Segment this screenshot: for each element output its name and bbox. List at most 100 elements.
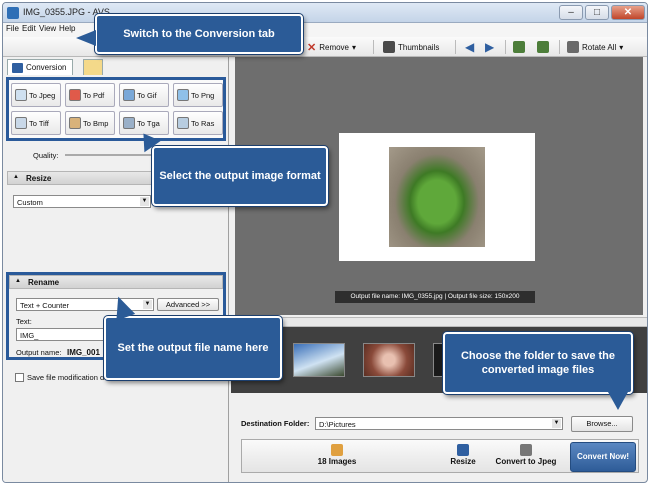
quality-label: Quality: bbox=[33, 151, 59, 160]
save-modification-checkbox[interactable] bbox=[15, 373, 24, 382]
to-pdf-button[interactable]: To Pdf bbox=[65, 83, 115, 107]
resize-select[interactable]: Custom ▼ bbox=[13, 195, 151, 208]
thumbnails-label: Thumbnails bbox=[398, 42, 440, 52]
rotate-right-button[interactable] bbox=[537, 40, 549, 54]
advanced-button[interactable]: Advanced >> bbox=[157, 298, 219, 311]
arrow-right-icon: ▶ bbox=[485, 40, 495, 54]
menu-view[interactable]: View bbox=[39, 24, 56, 33]
thumbnails-button[interactable]: Thumbnails bbox=[383, 40, 439, 54]
app-icon bbox=[7, 7, 19, 19]
format-grid: To Jpeg To Pdf To Gif To Png To Tiff To … bbox=[6, 77, 226, 141]
chevron-down-icon: ▼ bbox=[140, 197, 149, 206]
preview-caption: Output file name: IMG_0355.jpg | Output … bbox=[335, 291, 535, 303]
to-pdf-label: To Pdf bbox=[83, 90, 105, 100]
right-panel: Output file name: IMG_0355.jpg | Output … bbox=[231, 57, 647, 482]
callout-pointer bbox=[608, 392, 628, 410]
remove-label: Remove bbox=[319, 42, 350, 52]
png-icon bbox=[177, 89, 189, 101]
destination-folder-select[interactable]: D:\Pictures ▼ bbox=[315, 417, 563, 430]
to-png-label: To Png bbox=[191, 90, 215, 100]
convert-now-button[interactable]: Convert Now! bbox=[570, 442, 636, 472]
toolbar-separator bbox=[373, 40, 374, 54]
remove-icon: ✕ bbox=[307, 41, 317, 54]
toolbar-separator bbox=[559, 40, 560, 54]
step-images[interactable]: 18 Images bbox=[302, 442, 372, 472]
tga-icon bbox=[123, 117, 135, 129]
to-ras-button[interactable]: To Ras bbox=[173, 111, 223, 135]
conversion-steps: 18 Images Resize Convert to Jpeg Convert… bbox=[241, 439, 639, 473]
destination-value: D:\Pictures bbox=[319, 420, 356, 429]
text-input-value: IMG_ bbox=[20, 331, 39, 340]
rotate-right-icon bbox=[537, 41, 549, 53]
rotate-all-icon bbox=[567, 41, 579, 53]
preview-scrollbar[interactable] bbox=[231, 317, 647, 327]
to-gif-label: To Gif bbox=[137, 90, 157, 100]
resize-header-label: Resize bbox=[26, 174, 52, 183]
to-png-button[interactable]: To Png bbox=[173, 83, 223, 107]
left-panel: Conversion To Jpeg To Pdf To Gif To Png … bbox=[3, 57, 229, 482]
callout-folder: Choose the folder to save the converted … bbox=[443, 332, 633, 394]
gif-icon bbox=[123, 89, 135, 101]
thumbnail[interactable] bbox=[293, 343, 345, 377]
preview-image bbox=[389, 147, 485, 247]
tab-conversion-label: Conversion bbox=[26, 63, 67, 72]
callout-pointer bbox=[76, 30, 96, 46]
to-tiff-label: To Tiff bbox=[29, 118, 49, 128]
thumbnail[interactable] bbox=[363, 343, 415, 377]
arrow-left-icon: ◀ bbox=[465, 40, 475, 54]
to-bmp-button[interactable]: To Bmp bbox=[65, 111, 115, 135]
step-images-label: 18 Images bbox=[317, 457, 357, 466]
menu-edit[interactable]: Edit bbox=[22, 24, 36, 33]
save-modification-label: Save file modification dat bbox=[27, 373, 111, 382]
menu-help[interactable]: Help bbox=[59, 24, 75, 33]
to-tga-label: To Tga bbox=[137, 118, 160, 128]
remove-button[interactable]: ✕ Remove ▾ bbox=[307, 40, 356, 54]
step-resize-label: Resize bbox=[450, 457, 476, 466]
rotate-all-label: Rotate All bbox=[582, 42, 617, 52]
text-label: Text: bbox=[16, 317, 32, 326]
conversion-icon bbox=[12, 63, 23, 73]
next-button[interactable]: ▶ bbox=[485, 40, 494, 54]
tiff-icon bbox=[15, 117, 27, 129]
chevron-down-icon: ▾ bbox=[619, 42, 624, 52]
chevron-down-icon: ▼ bbox=[552, 419, 561, 428]
camera-icon bbox=[520, 444, 532, 456]
to-jpeg-button[interactable]: To Jpeg bbox=[11, 83, 61, 107]
to-tiff-button[interactable]: To Tiff bbox=[11, 111, 61, 135]
chevron-down-icon: ▼ bbox=[143, 300, 152, 309]
step-convert-to[interactable]: Convert to Jpeg bbox=[486, 442, 566, 472]
resize-value: Custom bbox=[17, 198, 43, 207]
toolbar-separator bbox=[505, 40, 506, 54]
tab-conversion[interactable]: Conversion bbox=[7, 59, 74, 75]
rotate-left-button[interactable] bbox=[513, 40, 525, 54]
previous-button[interactable]: ◀ bbox=[465, 40, 474, 54]
destination-row: Destination Folder: D:\Pictures ▼ Browse… bbox=[231, 403, 647, 435]
callout-file-name: Set the output file name here bbox=[104, 316, 282, 380]
thumbnails-icon bbox=[383, 41, 395, 53]
toolbar-separator bbox=[455, 40, 456, 54]
close-button[interactable]: ✕ bbox=[611, 5, 645, 20]
rotate-all-button[interactable]: Rotate All ▾ bbox=[567, 40, 623, 54]
callout-conversion-tab: Switch to the Conversion tab bbox=[95, 14, 303, 54]
rotate-left-icon bbox=[513, 41, 525, 53]
preview-photo-frame bbox=[339, 133, 535, 261]
rename-header[interactable]: Rename bbox=[9, 275, 223, 289]
browse-button[interactable]: Browse... bbox=[571, 416, 633, 432]
maximize-button[interactable]: □ bbox=[585, 5, 609, 20]
chevron-down-icon: ▾ bbox=[352, 42, 357, 52]
step-resize[interactable]: Resize bbox=[438, 442, 488, 472]
minimize-button[interactable]: – bbox=[559, 5, 583, 20]
to-jpeg-label: To Jpeg bbox=[29, 90, 56, 100]
resize-icon bbox=[457, 444, 469, 456]
to-bmp-label: To Bmp bbox=[83, 118, 109, 128]
menu-file[interactable]: File bbox=[6, 24, 19, 33]
jpeg-icon bbox=[15, 89, 27, 101]
rename-mode-value: Text + Counter bbox=[20, 301, 69, 310]
rename-header-label: Rename bbox=[28, 278, 60, 287]
to-ras-label: To Ras bbox=[191, 118, 215, 128]
tab-effects[interactable] bbox=[83, 59, 103, 75]
tab-row: Conversion bbox=[7, 59, 227, 75]
to-gif-button[interactable]: To Gif bbox=[119, 83, 169, 107]
images-icon bbox=[331, 444, 343, 456]
output-name-value: IMG_001 bbox=[67, 348, 100, 357]
